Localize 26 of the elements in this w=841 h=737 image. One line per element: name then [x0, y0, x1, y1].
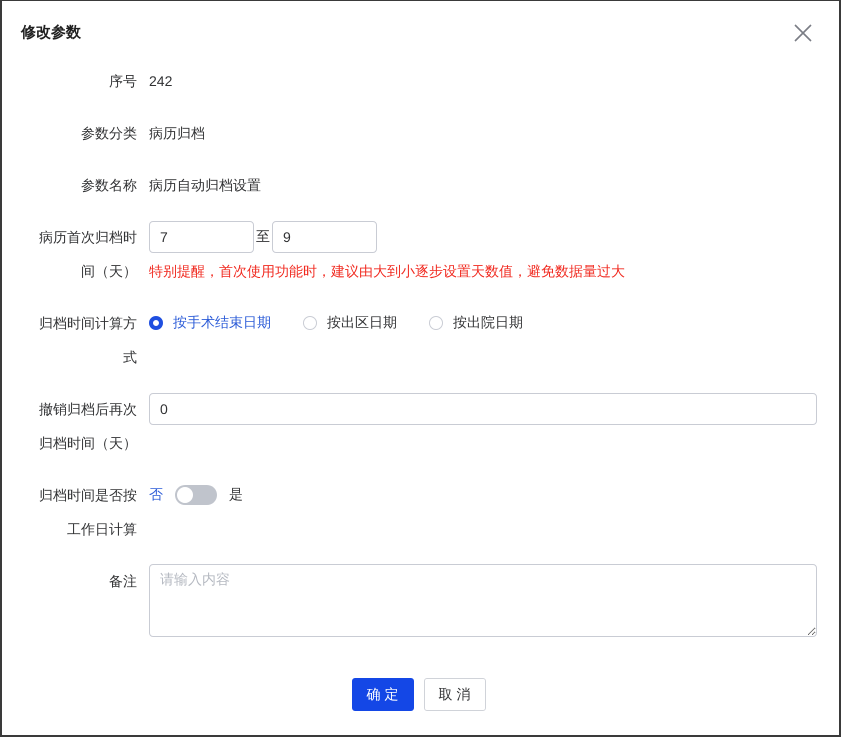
switch-off-label: 否 — [149, 486, 163, 504]
field-value: 242 — [149, 72, 174, 91]
range-separator: 至 — [255, 228, 271, 246]
field-label: 撤销归档后再次归档时间（天） — [38, 400, 137, 453]
field-label: 参数分类 — [80, 124, 137, 143]
field-label: 序号 — [108, 72, 137, 91]
warning-text: 特别提醒，首次使用功能时，建议由大到小逐步设置天数值，避免数据量过大 — [149, 262, 626, 281]
input-field[interactable]: 9 — [272, 221, 377, 253]
input-field[interactable]: 7 — [149, 221, 254, 253]
field-label: 归档时间是否按工作日计算 — [38, 486, 137, 539]
field-value: 病历归档 — [149, 124, 206, 143]
input-field[interactable]: 0 — [149, 393, 817, 425]
toggle-switch[interactable] — [175, 485, 217, 505]
dialog-title: 修改参数 — [21, 23, 81, 42]
radio-option[interactable]: 按出区日期 — [303, 314, 397, 332]
field-label: 参数名称 — [80, 176, 137, 195]
field-label: 病历首次归档时间（天） — [38, 228, 137, 281]
switch-on-label: 是 — [229, 486, 243, 504]
field-label: 备注 — [108, 572, 137, 591]
remarks-field[interactable]: 请输入内容 — [149, 564, 817, 637]
field-value: 病历自动归档设置 — [149, 176, 262, 195]
cancel-button[interactable]: 取 消 — [424, 678, 486, 711]
radio-option[interactable]: 按手术结束日期 — [149, 314, 271, 332]
confirm-button[interactable]: 确 定 — [352, 678, 414, 711]
radio-option[interactable]: 按出院日期 — [429, 314, 523, 332]
field-label: 归档时间计算方式 — [38, 314, 137, 367]
